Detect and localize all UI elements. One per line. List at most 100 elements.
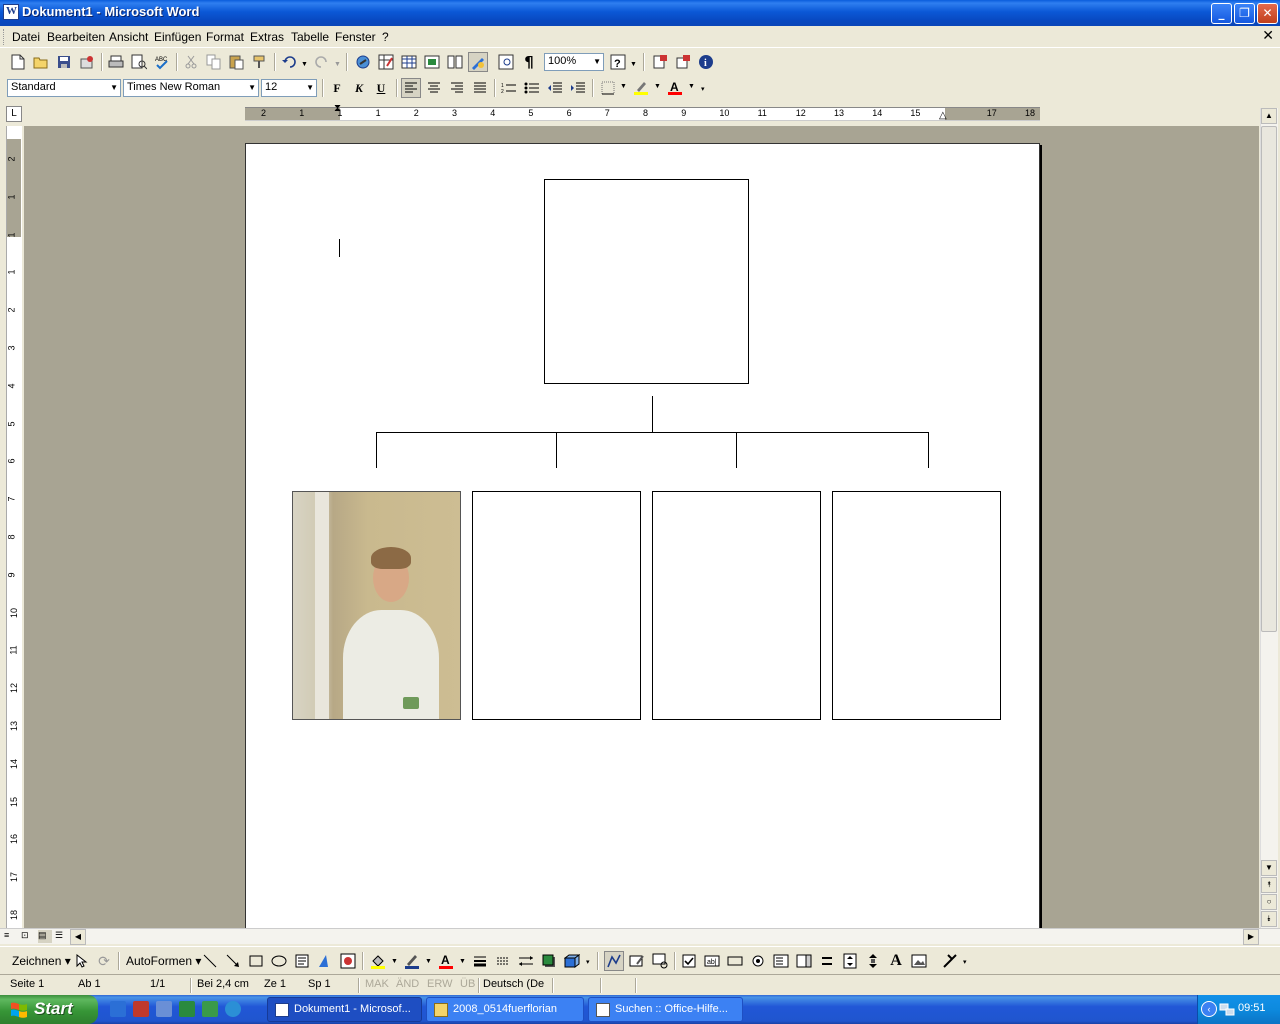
taskbar-item-help[interactable]: Suchen :: Office-Hilfe... <box>588 997 743 1022</box>
font-color-dropdown-icon[interactable]: ▼ <box>688 83 695 90</box>
list-box-control-icon[interactable] <box>771 951 791 971</box>
undo-icon[interactable] <box>279 52 299 72</box>
zoom-combo[interactable]: 100% ▼ <box>544 53 604 71</box>
draw-font-color-icon[interactable]: A <box>436 951 456 971</box>
menu-einfuegen[interactable]: Einfügen <box>154 30 201 44</box>
menu-ansicht[interactable]: Ansicht <box>109 30 148 44</box>
quicklaunch-media-icon[interactable] <box>133 1001 149 1017</box>
insert-excel-icon[interactable] <box>422 52 442 72</box>
start-button[interactable]: Start <box>0 995 98 1024</box>
status-track-changes[interactable]: ÄND <box>396 978 419 990</box>
view-code-icon[interactable] <box>650 951 670 971</box>
scroll-up-icon[interactable]: ▲ <box>1261 108 1277 124</box>
properties-icon[interactable] <box>627 951 647 971</box>
controls-options-icon[interactable]: ▾ <box>963 958 967 966</box>
button-control-icon[interactable] <box>725 951 745 971</box>
rectangle-icon[interactable] <box>246 951 266 971</box>
horizontal-ruler[interactable]: 2 1 1 1 2 3 4 5 6 7 8 9 10 11 12 13 14 15 17 18 ⧗ △ <box>245 103 1040 121</box>
network-icon[interactable] <box>1219 1001 1235 1017</box>
close-document-icon[interactable]: ✕ <box>1262 28 1274 44</box>
chevron-down-icon[interactable]: ▼ <box>248 83 256 92</box>
align-right-icon[interactable] <box>447 78 467 98</box>
scroll-thumb[interactable] <box>1261 126 1277 632</box>
document-page[interactable] <box>245 143 1040 928</box>
combo-box-control-icon[interactable] <box>794 951 814 971</box>
web-view-icon[interactable]: ⊡ <box>21 930 35 943</box>
new-document-icon[interactable] <box>8 52 28 72</box>
menu-extras[interactable]: Extras <box>250 30 284 44</box>
toolbar-options-icon[interactable]: ▾ <box>701 85 705 93</box>
draw-toolbar-options-icon[interactable]: ▾ <box>586 958 590 966</box>
align-left-icon[interactable] <box>401 78 421 98</box>
more-controls-icon[interactable] <box>940 951 960 971</box>
menu-datei[interactable]: Datei <box>12 30 40 44</box>
tray-expand-icon[interactable]: ‹ <box>1201 1001 1217 1017</box>
status-record-macro[interactable]: MAK <box>365 978 389 990</box>
oval-icon[interactable] <box>269 951 289 971</box>
menu-bearbeiten[interactable]: Bearbeiten <box>47 30 105 44</box>
line-color-icon[interactable] <box>402 951 422 971</box>
draw-menu-button[interactable]: Zeichnen ▾ <box>12 954 71 968</box>
print-layout-view-icon[interactable]: ▤ <box>38 930 52 943</box>
font-size-combo[interactable]: 12 ▼ <box>261 79 317 97</box>
option-button-control-icon[interactable] <box>748 951 768 971</box>
menu-fenster[interactable]: Fenster <box>335 30 376 44</box>
outline-view-icon[interactable]: ☰ <box>55 930 69 943</box>
arrow-icon[interactable] <box>223 951 243 971</box>
taskbar-item-folder[interactable]: 2008_0514fuerflorian <box>426 997 584 1022</box>
paste-icon[interactable] <box>227 52 247 72</box>
bullets-icon[interactable] <box>522 78 542 98</box>
redo-icon[interactable] <box>312 52 332 72</box>
permission-icon[interactable] <box>77 52 97 72</box>
help-dropdown-icon[interactable]: ▼ <box>630 61 637 68</box>
select-objects-icon[interactable] <box>72 951 92 971</box>
quicklaunch-browser-icon[interactable] <box>225 1001 241 1017</box>
line-icon[interactable] <box>200 951 220 971</box>
open-folder-icon[interactable] <box>31 52 51 72</box>
redo-dropdown-icon[interactable]: ▼ <box>334 61 341 68</box>
align-center-icon[interactable] <box>424 78 444 98</box>
document-map-icon[interactable] <box>496 52 516 72</box>
columns-icon[interactable] <box>445 52 465 72</box>
clock[interactable]: 09:51 <box>1238 1002 1266 1014</box>
help-icon[interactable]: ? <box>608 52 628 72</box>
scroll-right-icon[interactable]: ▶ <box>1243 929 1259 945</box>
dash-style-icon[interactable] <box>493 951 513 971</box>
undo-dropdown-icon[interactable]: ▼ <box>301 61 308 68</box>
insert-table-icon[interactable] <box>399 52 419 72</box>
chevron-down-icon[interactable]: ▼ <box>306 83 314 92</box>
next-page-icon[interactable]: ⯯ <box>1261 911 1277 927</box>
chevron-down-icon[interactable]: ▼ <box>110 83 118 92</box>
print-icon[interactable] <box>106 52 126 72</box>
close-button[interactable]: ✕ <box>1257 3 1278 24</box>
shadow-style-icon[interactable] <box>539 951 559 971</box>
tables-borders-icon[interactable] <box>376 52 396 72</box>
wordart-icon[interactable] <box>315 951 335 971</box>
font-combo[interactable]: Times New Roman ▼ <box>123 79 259 97</box>
vertical-scrollbar[interactable]: ▲ ▼ ⯭ ○ ⯯ <box>1260 108 1278 928</box>
scroll-bar-control-icon[interactable] <box>863 951 883 971</box>
line-style-icon[interactable] <box>470 951 490 971</box>
border-icon[interactable] <box>598 78 618 98</box>
line-color-dropdown-icon[interactable]: ▼ <box>425 958 432 965</box>
hyperlink-icon[interactable] <box>353 52 373 72</box>
spelling-icon[interactable]: ABC <box>152 52 172 72</box>
research-icon[interactable] <box>650 52 670 72</box>
label-control-icon[interactable]: A <box>886 951 906 971</box>
right-indent-marker[interactable]: △ <box>939 110 947 121</box>
browse-object-icon[interactable]: ○ <box>1261 894 1277 910</box>
previous-page-icon[interactable]: ⯭ <box>1261 877 1277 893</box>
scroll-left-icon[interactable]: ◀ <box>70 929 86 945</box>
textbox-control-icon[interactable]: ab| <box>702 951 722 971</box>
draw-font-color-dropdown-icon[interactable]: ▼ <box>459 958 466 965</box>
toggle-button-control-icon[interactable] <box>817 951 837 971</box>
menu-help[interactable]: ? <box>382 30 389 44</box>
normal-view-icon[interactable]: ≡ <box>4 930 18 943</box>
numbering-icon[interactable]: 12 <box>499 78 519 98</box>
increase-indent-icon[interactable] <box>568 78 588 98</box>
border-dropdown-icon[interactable]: ▼ <box>620 83 627 90</box>
autoshapes-menu-button[interactable]: AutoFormen ▾ <box>126 954 201 968</box>
horizontal-scroll-track[interactable] <box>88 930 1238 943</box>
justify-icon[interactable] <box>470 78 490 98</box>
quicklaunch-ie-icon[interactable] <box>110 1001 126 1017</box>
